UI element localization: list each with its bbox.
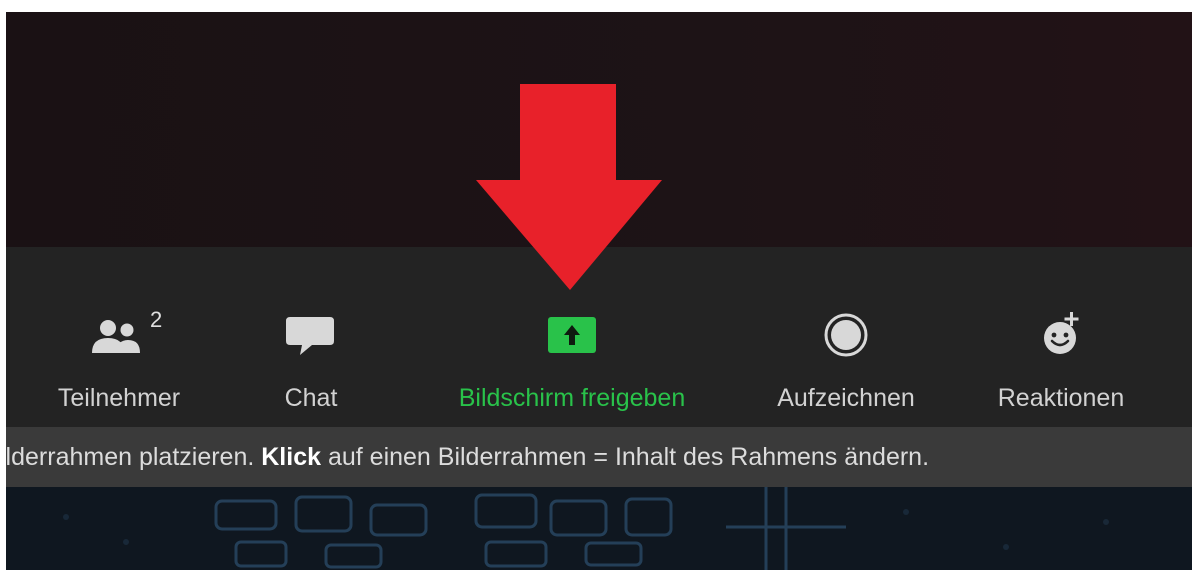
meeting-toolbar: 2 Teilnehmer Chat Bildschirm freigeben A… bbox=[6, 247, 1192, 427]
status-text: ilderrahmen platzieren. Klick auf einen … bbox=[6, 427, 929, 487]
record-label: Aufzeichnen bbox=[777, 384, 915, 412]
reactions-button[interactable]: Reaktionen bbox=[996, 247, 1126, 427]
background-image bbox=[6, 487, 1192, 570]
screenshot-frame: 2 Teilnehmer Chat Bildschirm freigeben A… bbox=[6, 12, 1192, 570]
chat-button[interactable]: Chat bbox=[256, 247, 366, 427]
record-icon bbox=[811, 311, 881, 359]
chat-label: Chat bbox=[284, 384, 338, 412]
share-screen-button[interactable]: Bildschirm freigeben bbox=[459, 247, 685, 427]
status-text-bold: Klick bbox=[261, 443, 322, 471]
status-bar: ilderrahmen platzieren. Klick auf einen … bbox=[6, 427, 1192, 487]
participants-button[interactable]: 2 Teilnehmer bbox=[54, 247, 184, 427]
share-screen-icon bbox=[537, 311, 607, 359]
participant-count: 2 bbox=[150, 307, 163, 332]
participants-icon: 2 bbox=[86, 307, 162, 359]
add-reaction-icon bbox=[1026, 311, 1096, 359]
participants-label: Teilnehmer bbox=[57, 384, 181, 412]
status-text-part1: ilderrahmen platzieren. bbox=[6, 443, 262, 471]
status-text-part2: auf einen Bilderrahmen = Inhalt des Rahm… bbox=[321, 443, 930, 471]
share-screen-label: Bildschirm freigeben bbox=[458, 384, 686, 412]
video-area bbox=[6, 12, 1192, 247]
reactions-label: Reaktionen bbox=[997, 384, 1125, 412]
chat-bubble-icon bbox=[276, 311, 346, 359]
record-button[interactable]: Aufzeichnen bbox=[776, 247, 916, 427]
